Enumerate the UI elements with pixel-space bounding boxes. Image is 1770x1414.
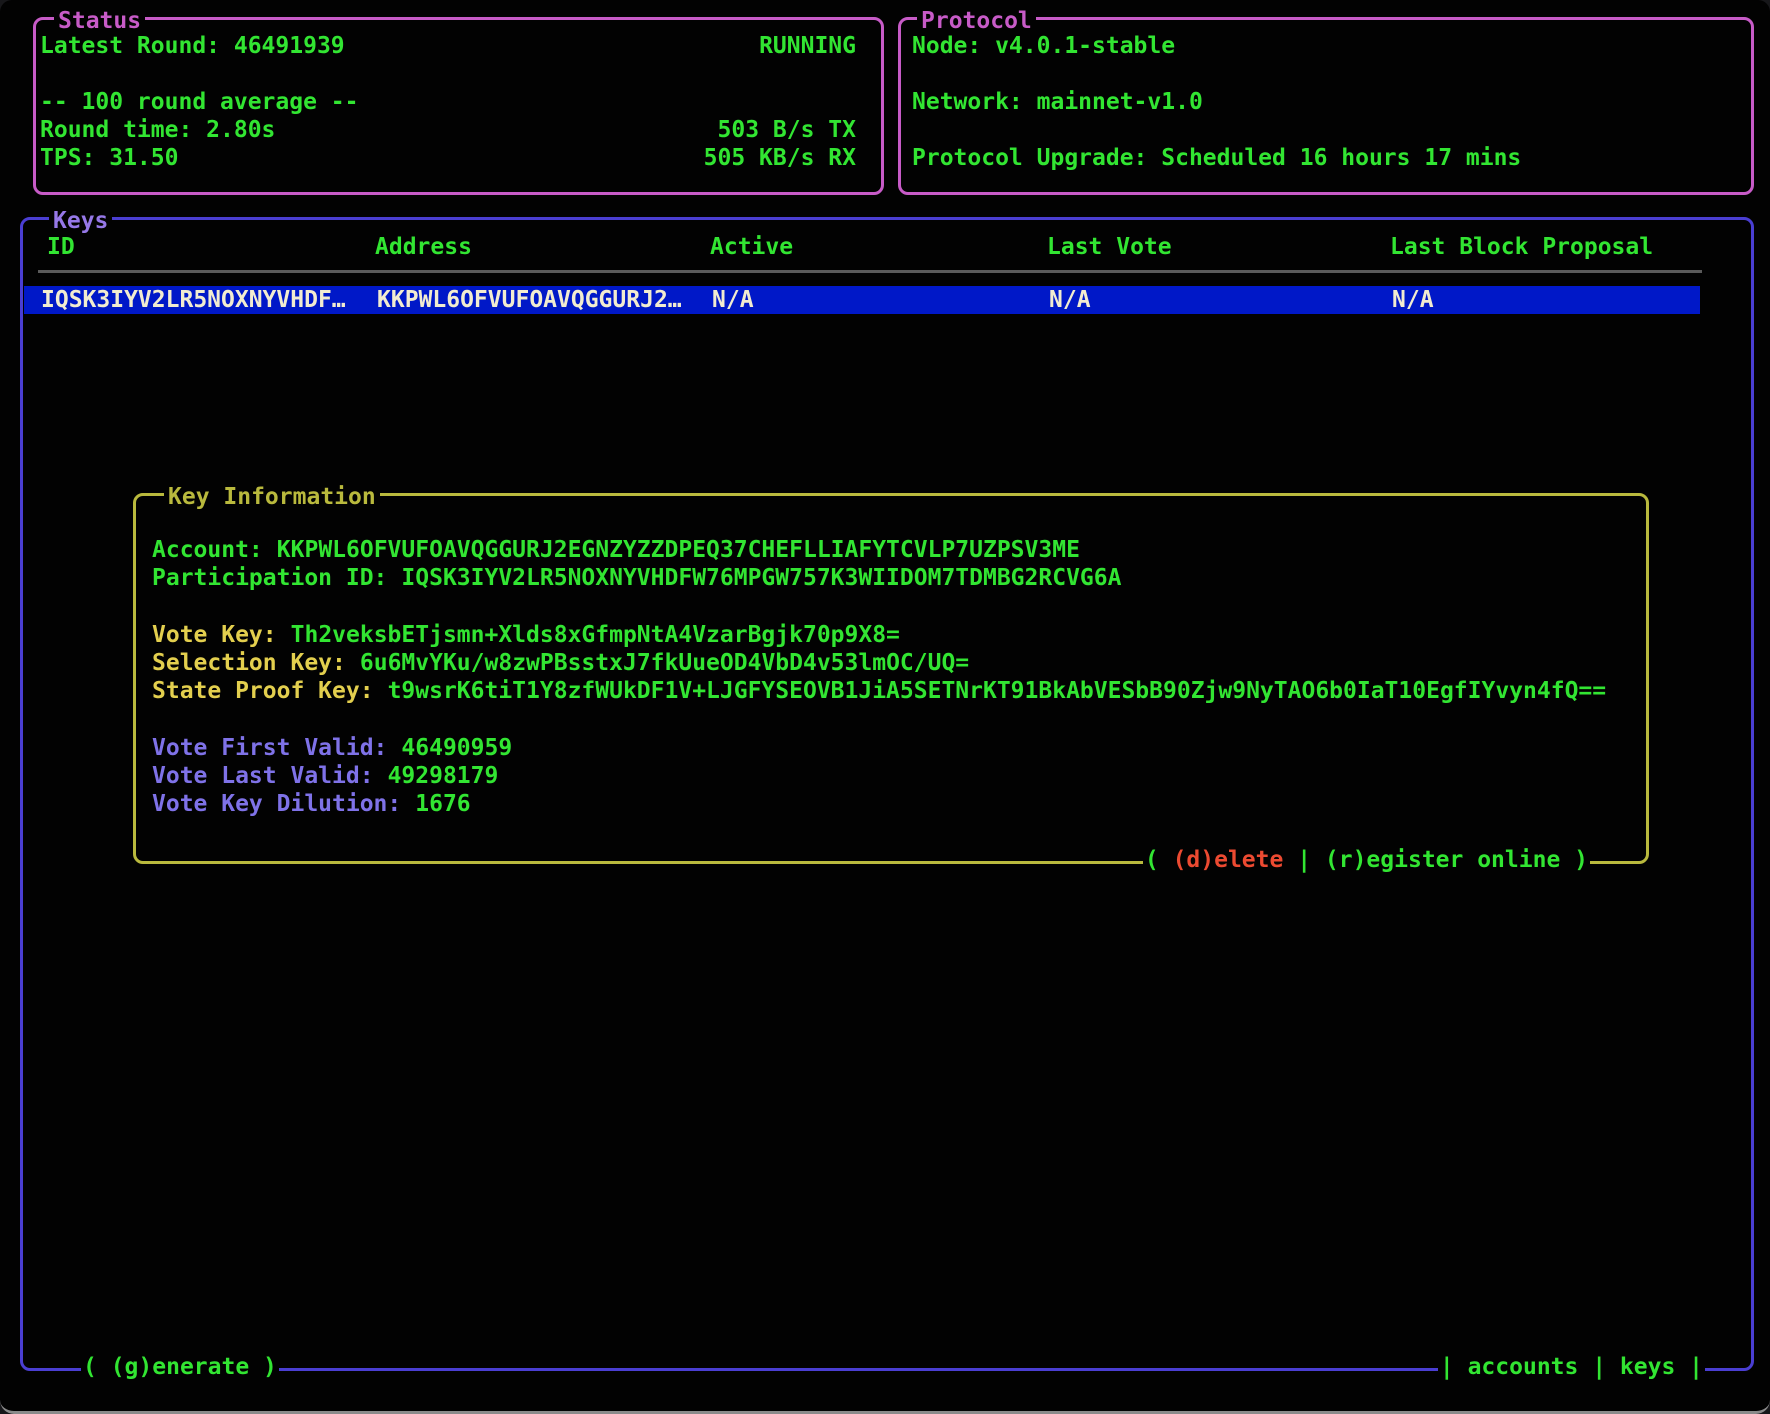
column-header-active: Active [710, 233, 793, 261]
selection-key-label: Selection Key: [152, 650, 346, 676]
nav-post-pipe: | [1675, 1354, 1703, 1380]
nav-pre-pipe: | [1440, 1354, 1468, 1380]
table-header-separator [38, 270, 1702, 273]
vote-key-dilution-label: Vote Key Dilution: [152, 791, 401, 817]
vote-first-valid-value: 46490959 [387, 735, 512, 761]
generate-open-paren: ( [83, 1354, 111, 1380]
accounts-tab[interactable]: accounts [1468, 1354, 1579, 1380]
selection-key-value: 6u6MvYKu/w8zwPBsstxJ7fkUueOD4VbD4v53lmOC… [346, 650, 969, 676]
status-panel: Status Latest Round: 46491939 RUNNING --… [33, 17, 884, 195]
participation-id-label: Participation ID: [152, 565, 387, 591]
table-row-selected-key[interactable]: IQSK3IYV2LR5NOXNYVHDF… KKPWL6OFVUFOAVQGG… [24, 286, 1700, 314]
generate-control: ( (g)enerate ) [81, 1353, 279, 1381]
running-status-badge: RUNNING [759, 32, 856, 60]
state-proof-key-value: t9wsrK6tiT1Y8zfWUkDF1V+LJGFYSEOVB1JiA5SE… [374, 678, 1607, 704]
keys-panel-title: Keys [49, 207, 112, 235]
delete-button[interactable]: (d)elete [1173, 847, 1284, 873]
actions-open-paren: ( [1145, 847, 1173, 873]
protocol-panel: Protocol Node: v4.0.1-stable Network: ma… [898, 17, 1754, 195]
cell-last-vote: N/A [1049, 286, 1091, 314]
vote-last-valid-value: 49298179 [374, 763, 499, 789]
rx-rate-text: 505 KB/s RX [704, 144, 856, 172]
vote-key-dilution-value: 1676 [401, 791, 470, 817]
tx-rate-text: 503 B/s TX [718, 116, 856, 144]
key-actions-control: ( (d)elete | (r)egister online ) [1143, 846, 1590, 874]
status-panel-title: Status [54, 7, 145, 35]
account-value: KKPWL6OFVUFOAVQGGURJ2EGNZYZZDPEQ37CHEFLL… [263, 537, 1080, 563]
column-header-address: Address [375, 233, 472, 261]
tps-text: TPS: 31.50 [40, 144, 178, 172]
state-proof-key-label: State Proof Key: [152, 678, 374, 704]
vote-key-line: Vote Key:Th2veksbETjsmn+Xlds8xGfmpNtA4Vz… [152, 621, 900, 649]
cell-last-block-proposal: N/A [1392, 286, 1434, 314]
cell-address: KKPWL6OFVUFOAVQGGURJ2… [377, 286, 682, 314]
vote-key-label: Vote Key: [152, 622, 277, 648]
account-label: Account: [152, 537, 263, 563]
state-proof-key-line: State Proof Key:t9wsrK6tiT1Y8zfWUkDF1V+L… [152, 677, 1606, 705]
vote-key-dilution-line: Vote Key Dilution:1676 [152, 790, 471, 818]
protocol-panel-title: Protocol [917, 7, 1036, 35]
vote-last-valid-label: Vote Last Valid: [152, 763, 374, 789]
vote-first-valid-label: Vote First Valid: [152, 735, 387, 761]
cell-active: N/A [712, 286, 754, 314]
nav-control: | accounts | keys | [1438, 1353, 1705, 1381]
terminal-window: Status Latest Round: 46491939 RUNNING --… [0, 0, 1770, 1414]
column-header-last-block-proposal: Last Block Proposal [1390, 233, 1653, 261]
cell-id: IQSK3IYV2LR5NOXNYVHDF… [41, 286, 346, 314]
selection-key-line: Selection Key:6u6MvYKu/w8zwPBsstxJ7fkUue… [152, 649, 969, 677]
protocol-upgrade-text: Protocol Upgrade: Scheduled 16 hours 17 … [912, 144, 1521, 172]
keys-panel: Keys ID Address Active Last Vote Last Bl… [20, 217, 1754, 1371]
column-header-id: ID [47, 233, 75, 261]
nav-mid-pipe: | [1578, 1354, 1620, 1380]
vote-key-value: Th2veksbETjsmn+Xlds8xGfmpNtA4VzarBgjk70p… [277, 622, 900, 648]
round-time-text: Round time: 2.80s [40, 116, 275, 144]
participation-id-value: IQSK3IYV2LR5NOXNYVHDFW76MPGW757K3WIIDOM7… [387, 565, 1121, 591]
generate-close-paren: ) [249, 1354, 277, 1380]
round-average-header: -- 100 round average -- [40, 88, 359, 116]
key-info-title: Key Information [164, 483, 380, 511]
actions-separator: | [1283, 847, 1325, 873]
latest-round-text: Latest Round: 46491939 [40, 32, 345, 60]
network-text: Network: mainnet-v1.0 [912, 88, 1203, 116]
keys-tab[interactable]: keys [1620, 1354, 1675, 1380]
participation-id-line: Participation ID:IQSK3IYV2LR5NOXNYVHDFW7… [152, 564, 1121, 592]
column-header-last-vote: Last Vote [1047, 233, 1172, 261]
register-online-button[interactable]: (r)egister online ) [1325, 847, 1588, 873]
key-info-panel: Key Information Account:KKPWL6OFVUFOAVQG… [133, 493, 1649, 864]
account-line: Account:KKPWL6OFVUFOAVQGGURJ2EGNZYZZDPEQ… [152, 536, 1080, 564]
node-version-text: Node: v4.0.1-stable [912, 32, 1175, 60]
vote-first-valid-line: Vote First Valid:46490959 [152, 734, 512, 762]
vote-last-valid-line: Vote Last Valid:49298179 [152, 762, 498, 790]
generate-button[interactable]: (g)enerate [111, 1354, 249, 1380]
